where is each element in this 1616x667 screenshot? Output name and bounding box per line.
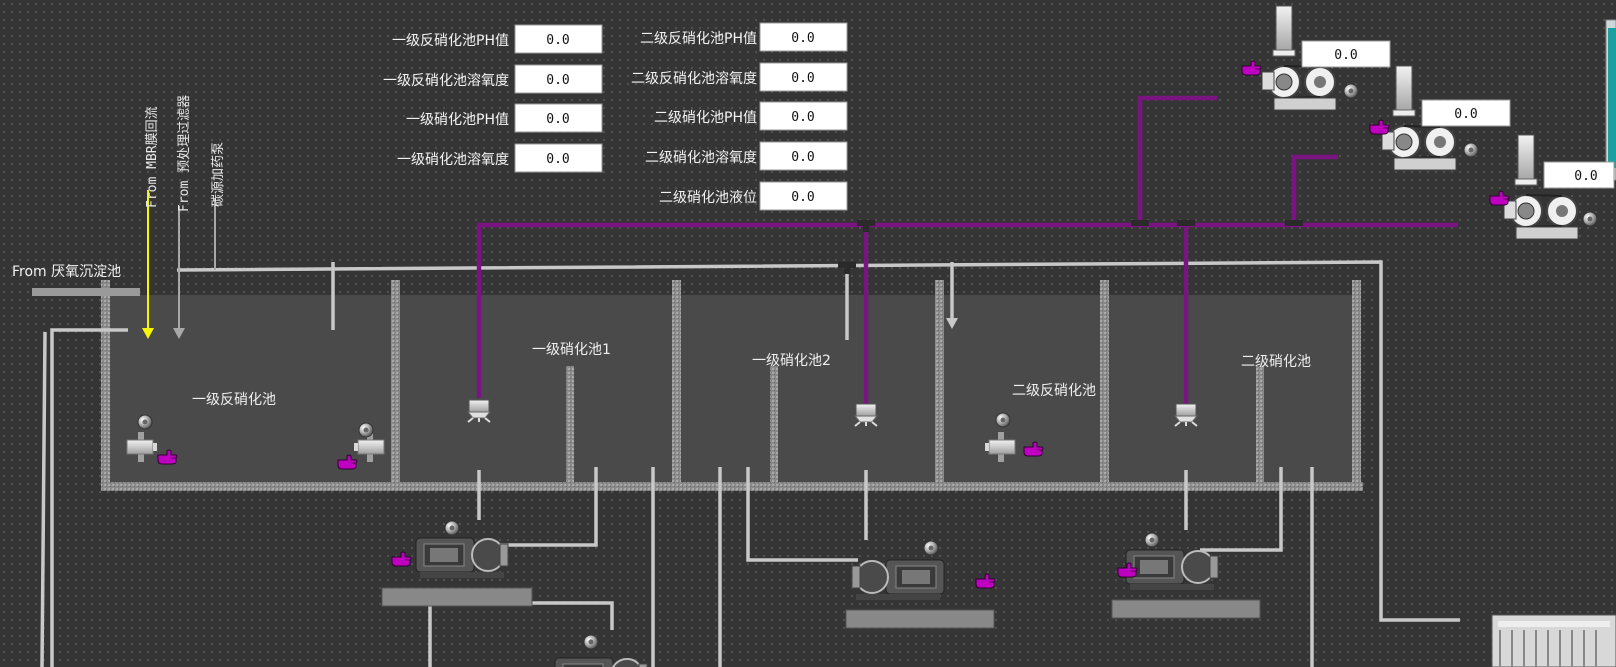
reading-label-4: 一级硝化池溶氧度 xyxy=(397,152,509,168)
blower-value-1: 0.0 xyxy=(1334,48,1357,63)
inflow-label: From 厌氧沉淀池 xyxy=(12,264,121,280)
status-indicator-icon xyxy=(358,422,374,438)
reading-label-7: 二级硝化池PH值 xyxy=(654,110,757,126)
reading-label-9: 二级硝化池液位 xyxy=(659,190,757,206)
vertical-label-carbon: 碳源加药泵 xyxy=(211,142,226,207)
diffuser-3 xyxy=(1174,403,1198,427)
tank-floor xyxy=(101,482,1363,491)
status-indicator-icon xyxy=(1582,211,1598,227)
reading-label-1: 一级反硝化池PH值 xyxy=(392,33,509,49)
reading-label-6: 二级反硝化池溶氧度 xyxy=(631,71,757,87)
hand-pointer-icon[interactable] xyxy=(1241,60,1262,76)
reading-value-6: 0.0 xyxy=(791,71,814,86)
tank-wall-right xyxy=(1352,280,1361,490)
status-indicator-icon xyxy=(1463,142,1479,158)
tank-label-3: 一级硝化池2 xyxy=(752,353,831,369)
hand-pointer-icon[interactable] xyxy=(391,551,412,567)
status-indicator-icon xyxy=(995,412,1011,428)
process-scene: 一级反硝化池PH值 0.0 一级反硝化池溶氧度 0.0 一级硝化池PH值 0.0… xyxy=(0,0,1616,667)
tank-label-2: 一级硝化池1 xyxy=(532,342,611,358)
vertical-label-mbr: From MBR膜回流 xyxy=(145,106,160,208)
water-pump-3[interactable] xyxy=(1125,549,1219,591)
hand-pointer-icon[interactable] xyxy=(975,573,996,589)
right-panel xyxy=(1605,19,1616,181)
tank-water xyxy=(109,295,1355,483)
reading-value-9: 0.0 xyxy=(791,190,814,205)
reading-label-8: 二级硝化池溶氧度 xyxy=(645,150,757,166)
water-pump-2[interactable] xyxy=(851,559,945,601)
pump-base-2 xyxy=(845,609,995,629)
reading-value-2: 0.0 xyxy=(546,73,569,88)
reading-value-4: 0.0 xyxy=(546,152,569,167)
status-indicator-icon xyxy=(583,634,599,650)
reading-label-5: 二级反硝化池PH值 xyxy=(640,31,757,47)
tank-label-1: 一级反硝化池 xyxy=(192,392,276,408)
reading-value-1: 0.0 xyxy=(546,33,569,48)
tank-label-4: 二级反硝化池 xyxy=(1012,383,1096,399)
reading-left-column: 一级反硝化池PH值 0.0 一级反硝化池溶氧度 0.0 一级硝化池PH值 0.0… xyxy=(383,24,603,173)
reading-right-column: 二级反硝化池PH值 0.0 二级反硝化池溶氧度 0.0 二级硝化池PH值 0.0… xyxy=(631,22,848,211)
reading-label-3: 一级硝化池PH值 xyxy=(406,112,509,128)
reading-value-3: 0.0 xyxy=(546,112,569,127)
reading-value-7: 0.0 xyxy=(791,110,814,125)
tank-label-5: 二级硝化池 xyxy=(1241,354,1311,370)
process-diagram: 一级反硝化池PH值 0.0 一级反硝化池溶氧度 0.0 一级硝化池PH值 0.0… xyxy=(12,5,1616,667)
vertical-label-filter: From 预处理过滤器 xyxy=(177,95,192,212)
blower-value-3: 0.0 xyxy=(1574,169,1597,184)
reading-value-8: 0.0 xyxy=(791,150,814,165)
status-indicator-icon xyxy=(1144,532,1160,548)
water-pump-4[interactable] xyxy=(554,657,648,667)
status-indicator-icon xyxy=(444,520,460,536)
blower-value-2: 0.0 xyxy=(1454,107,1477,122)
pump-base-1 xyxy=(381,587,533,607)
blower-readings: 0.0 0.0 0.0 xyxy=(1301,40,1615,189)
bottom-right-unit xyxy=(1491,614,1616,667)
tank-wall-left xyxy=(101,280,110,490)
status-indicator-icon xyxy=(1343,83,1359,99)
water-pump-1[interactable] xyxy=(415,537,509,579)
reading-label-2: 一级反硝化池溶氧度 xyxy=(383,73,509,89)
hand-pointer-icon[interactable] xyxy=(1369,119,1390,135)
diffuser-2 xyxy=(854,403,878,427)
pump-base-3 xyxy=(1111,599,1261,619)
reading-value-5: 0.0 xyxy=(791,31,814,46)
hand-pointer-icon[interactable] xyxy=(1489,190,1510,206)
inflow-pipe xyxy=(32,288,140,296)
status-indicator-icon xyxy=(137,414,153,430)
diffuser-1 xyxy=(467,399,491,423)
status-indicator-icon xyxy=(923,540,939,556)
